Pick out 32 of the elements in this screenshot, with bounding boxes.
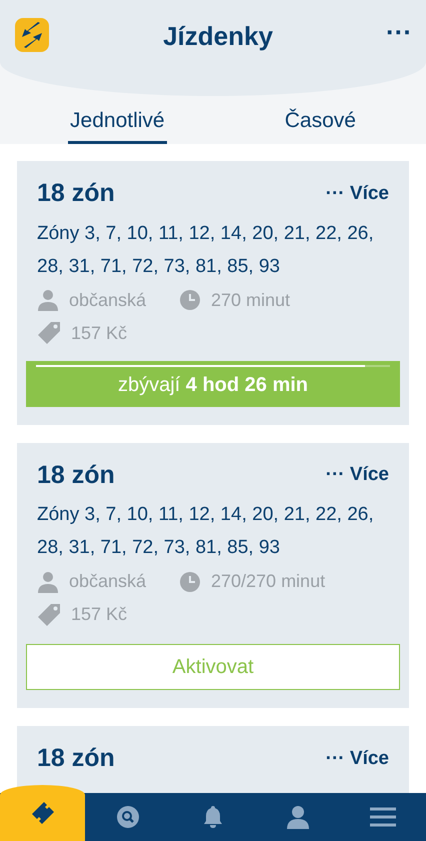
fare-type: občanská [69, 288, 146, 312]
duration: 270 minut [211, 288, 290, 312]
clock-icon [179, 570, 201, 592]
price: 157 Kč [71, 322, 128, 344]
profile-icon [286, 805, 310, 829]
ticket-title: 18 zón [37, 460, 115, 490]
fare-type: občanská [69, 570, 146, 593]
clock-icon [179, 289, 201, 311]
more-button[interactable]: ··· [386, 19, 412, 45]
zone-list: Zóny 3, 7, 10, 11, 12, 14, 20, 21, 22, 26, 28, 31, 71, 72, 73, 81, 85, 93 [37, 216, 377, 282]
menu-icon [370, 807, 396, 827]
search-icon [116, 805, 140, 829]
tab[interactable]: Časové [282, 104, 358, 144]
price-tag-icon [37, 602, 61, 626]
person-icon [37, 289, 59, 311]
ticket-icon [30, 802, 56, 824]
zone-list: Zóny 3, 7, 10, 11, 12, 14, 20, 21, 22, 26, 28, 31, 71, 72, 73, 81, 85, 93 [37, 498, 377, 564]
price-tag-icon [37, 321, 61, 345]
duration: 270/270 minut [211, 570, 326, 593]
ticket-title: 18 zón [37, 743, 115, 774]
app-logo-icon[interactable] [14, 17, 50, 53]
more-link[interactable]: ··· Více [326, 180, 389, 208]
ticket-title: 18 zón [37, 178, 115, 209]
person-icon [37, 570, 59, 592]
nav-tab[interactable] [0, 785, 85, 841]
tab[interactable]: Jednotlivé [68, 104, 167, 144]
more-link[interactable]: ··· Více [326, 461, 389, 490]
page-title: Jízdenky [163, 20, 273, 53]
remaining-time: zbývají 4 hod 26 min [118, 372, 308, 398]
bell-icon [202, 805, 222, 829]
price: 157 Kč [71, 603, 128, 626]
more-link[interactable]: ··· Více [326, 744, 389, 773]
